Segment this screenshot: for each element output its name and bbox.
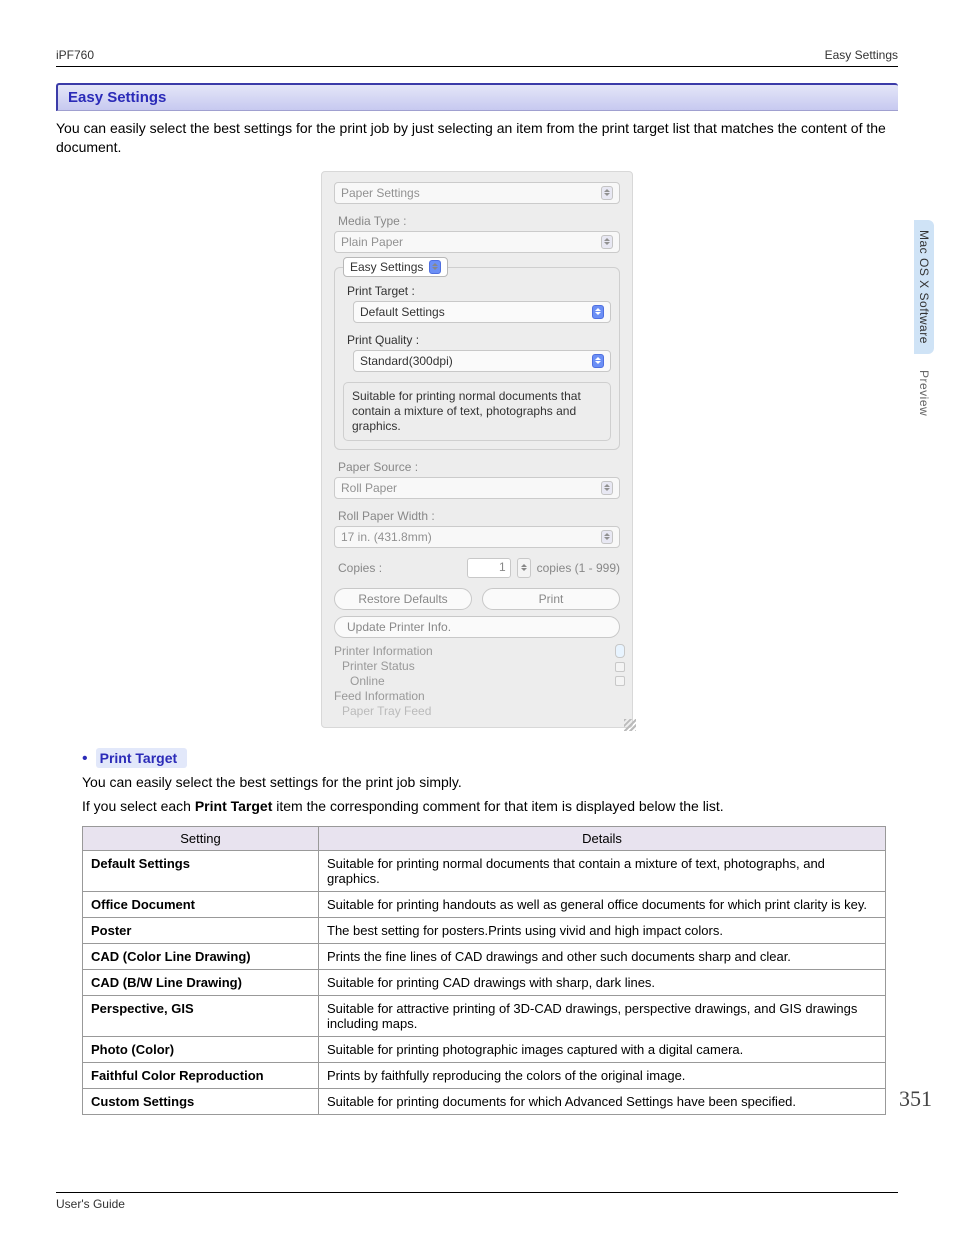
copies-input[interactable]: 1: [467, 558, 511, 578]
setting-cell: Perspective, GIS: [83, 996, 319, 1037]
print-target-section: • Print Target You can easily select the…: [82, 748, 898, 817]
quality-description: Suitable for printing normal documents t…: [343, 382, 611, 441]
table-row: Perspective, GISSuitable for attractive …: [83, 996, 886, 1037]
print-button[interactable]: Print: [482, 588, 620, 610]
setting-cell: Custom Settings: [83, 1089, 319, 1115]
details-cell: Prints by faithfully reproducing the col…: [319, 1063, 886, 1089]
updown-icon: [601, 481, 613, 495]
intro-text: You can easily select the best settings …: [56, 119, 898, 157]
side-tab-preview[interactable]: Preview: [914, 360, 934, 426]
updown-icon: [429, 260, 441, 274]
setting-cell: Faithful Color Reproduction: [83, 1063, 319, 1089]
details-cell: Suitable for printing documents for whic…: [319, 1089, 886, 1115]
printer-status-value: Online: [334, 674, 620, 689]
print-target-table: Setting Details Default SettingsSuitable…: [82, 826, 886, 1115]
table-row: Default SettingsSuitable for printing no…: [83, 851, 886, 892]
paper-source-label: Paper Source :: [338, 460, 620, 474]
th-setting: Setting: [83, 827, 319, 851]
paper-source-select[interactable]: Roll Paper: [334, 477, 620, 499]
table-row: Custom SettingsSuitable for printing doc…: [83, 1089, 886, 1115]
table-row: Office DocumentSuitable for printing han…: [83, 892, 886, 918]
table-row: CAD (Color Line Drawing)Prints the fine …: [83, 944, 886, 970]
restore-defaults-button[interactable]: Restore Defaults: [334, 588, 472, 610]
header-left: iPF760: [56, 48, 94, 62]
details-cell: Suitable for attractive printing of 3D-C…: [319, 996, 886, 1037]
feed-information-value: Paper Tray Feed: [334, 704, 620, 719]
media-type-select[interactable]: Plain Paper: [334, 231, 620, 253]
footer-text: User's Guide: [56, 1192, 898, 1211]
setting-cell: Photo (Color): [83, 1037, 319, 1063]
paper-settings-select-label: Paper Settings: [341, 186, 420, 200]
easy-settings-group-select[interactable]: Easy Settings: [343, 257, 448, 277]
media-type-label: Media Type :: [338, 214, 620, 228]
copies-range: copies (1 - 999): [537, 561, 620, 575]
copies-row: Copies : 1 copies (1 - 999): [338, 558, 620, 578]
updown-icon: [592, 354, 604, 368]
paper-settings-select[interactable]: Paper Settings: [334, 182, 620, 204]
updown-icon: [592, 305, 604, 319]
roll-paper-width-value: 17 in. (431.8mm): [341, 530, 432, 544]
media-type-value: Plain Paper: [341, 235, 403, 249]
print-target-title: Print Target: [96, 748, 188, 768]
updown-icon: [601, 530, 613, 544]
roll-paper-width-label: Roll Paper Width :: [338, 509, 620, 523]
table-row: Faithful Color ReproductionPrints by fai…: [83, 1063, 886, 1089]
print-target-line2: If you select each Print Target item the…: [82, 796, 898, 816]
print-quality-select[interactable]: Standard(300dpi): [353, 350, 611, 372]
header-right: Easy Settings: [825, 48, 898, 62]
copies-stepper[interactable]: [517, 558, 531, 578]
details-cell: Suitable for printing handouts as well a…: [319, 892, 886, 918]
printer-status-label: Printer Status: [334, 659, 620, 674]
page-header: iPF760 Easy Settings: [56, 48, 898, 67]
details-cell: Suitable for printing CAD drawings with …: [319, 970, 886, 996]
print-target-line1: You can easily select the best settings …: [82, 772, 898, 792]
details-cell: Suitable for printing photographic image…: [319, 1037, 886, 1063]
section-title: Easy Settings: [68, 89, 166, 106]
print-quality-value: Standard(300dpi): [360, 354, 453, 368]
print-target-value: Default Settings: [360, 305, 445, 319]
table-row: CAD (B/W Line Drawing)Suitable for print…: [83, 970, 886, 996]
side-tabs: Mac OS X Software Preview: [914, 220, 934, 426]
table-row: PosterThe best setting for posters.Print…: [83, 918, 886, 944]
details-cell: The best setting for posters.Prints usin…: [319, 918, 886, 944]
th-details: Details: [319, 827, 886, 851]
printer-info-block: Printer Information Printer Status Onlin…: [334, 644, 620, 719]
setting-cell: CAD (B/W Line Drawing): [83, 970, 319, 996]
paper-source-value: Roll Paper: [341, 481, 397, 495]
copies-label: Copies :: [338, 561, 382, 575]
feed-information-label: Feed Information: [334, 689, 620, 704]
setting-cell: Poster: [83, 918, 319, 944]
page-number: 351: [899, 1086, 932, 1112]
setting-cell: Office Document: [83, 892, 319, 918]
info-scrollbar[interactable]: [614, 644, 626, 686]
details-cell: Suitable for printing normal documents t…: [319, 851, 886, 892]
side-tab-mac-software[interactable]: Mac OS X Software: [914, 220, 934, 354]
print-quality-label: Print Quality :: [347, 333, 611, 347]
roll-paper-width-select[interactable]: 17 in. (431.8mm): [334, 526, 620, 548]
section-title-band: Easy Settings: [56, 83, 898, 111]
printer-information-label: Printer Information: [334, 644, 620, 659]
easy-settings-group-title: Easy Settings: [350, 260, 423, 274]
print-dialog: Paper Settings Media Type : Plain Paper …: [321, 171, 633, 728]
print-target-select[interactable]: Default Settings: [353, 301, 611, 323]
setting-cell: CAD (Color Line Drawing): [83, 944, 319, 970]
bullet-icon: •: [82, 751, 88, 767]
update-printer-info-button[interactable]: Update Printer Info.: [334, 616, 620, 638]
table-row: Photo (Color)Suitable for printing photo…: [83, 1037, 886, 1063]
easy-settings-group: Easy Settings Print Target : Default Set…: [334, 267, 620, 450]
updown-icon: [601, 235, 613, 249]
setting-cell: Default Settings: [83, 851, 319, 892]
updown-icon: [601, 186, 613, 200]
print-target-label: Print Target :: [347, 284, 611, 298]
resize-grip-icon: [624, 719, 636, 731]
details-cell: Prints the fine lines of CAD drawings an…: [319, 944, 886, 970]
